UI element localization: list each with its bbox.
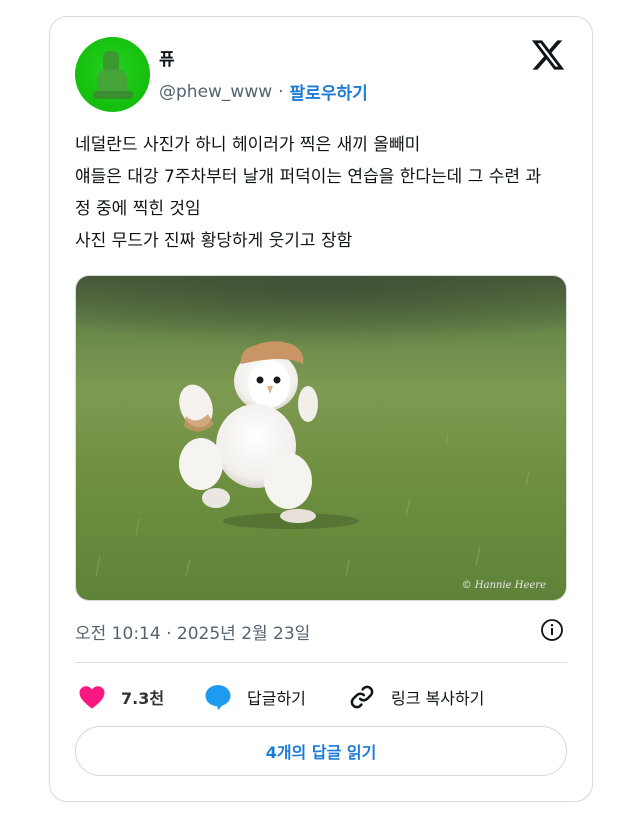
author-handle-row: @phew_www · 팔로우하기	[159, 79, 368, 105]
link-icon	[350, 685, 374, 709]
avatar-figure-base	[93, 91, 133, 99]
reply-label: 답글하기	[247, 689, 306, 708]
tweet-photo[interactable]: © Hannie Heere	[75, 275, 567, 601]
tweet-line: 네덜란드 사진가 하니 헤이러가 찍은 새끼 올빼미	[75, 135, 421, 155]
read-replies-button[interactable]: 4개의 답글 읽기	[75, 726, 567, 776]
follow-button[interactable]: 팔로우하기	[290, 79, 368, 104]
author-display-name[interactable]: 퓨	[159, 45, 175, 70]
avatar-figure-head	[103, 51, 119, 71]
like-count: 7.3천	[121, 689, 165, 708]
heart-icon	[79, 686, 105, 709]
like-button[interactable]: 7.3천	[77, 679, 164, 715]
tweet-line: 얘들은 대강 7주차부터 날개 퍼덕이는 연습을 한다는데 그 수련 과	[75, 167, 542, 187]
tweet-card: 퓨 @phew_www · 팔로우하기 네덜란드 사진가 하니 헤이러가 찍은 …	[49, 16, 593, 802]
divider	[75, 662, 567, 663]
author-handle[interactable]: @phew_www	[159, 82, 272, 102]
x-logo-icon[interactable]	[529, 37, 567, 73]
author-avatar[interactable]	[75, 37, 150, 112]
handle-separator: ·	[278, 81, 284, 102]
tweet-text: 네덜란드 사진가 하니 헤이러가 찍은 새끼 올빼미 얘들은 대강 7주차부터 …	[75, 129, 575, 257]
tweet-line: 사진 무드가 진짜 황당하게 웃기고 장함	[75, 231, 353, 251]
reply-button[interactable]: 답글하기	[203, 679, 306, 715]
copy-link-label: 링크 복사하기	[391, 689, 485, 708]
info-icon[interactable]	[540, 618, 564, 642]
copy-link-button[interactable]: 링크 복사하기	[347, 679, 484, 715]
photo-watermark: © Hannie Heere	[462, 580, 546, 591]
tweet-timestamp[interactable]: 오전 10:14 · 2025년 2월 23일	[75, 619, 567, 644]
tweet-actions: 7.3천 답글하기 링크 복사하기	[75, 679, 567, 715]
tweet-line: 정 중에 찍힌 것임	[75, 199, 201, 219]
speech-bubble-icon	[205, 685, 231, 711]
owlet-photo-image: © Hannie Heere	[76, 276, 566, 600]
